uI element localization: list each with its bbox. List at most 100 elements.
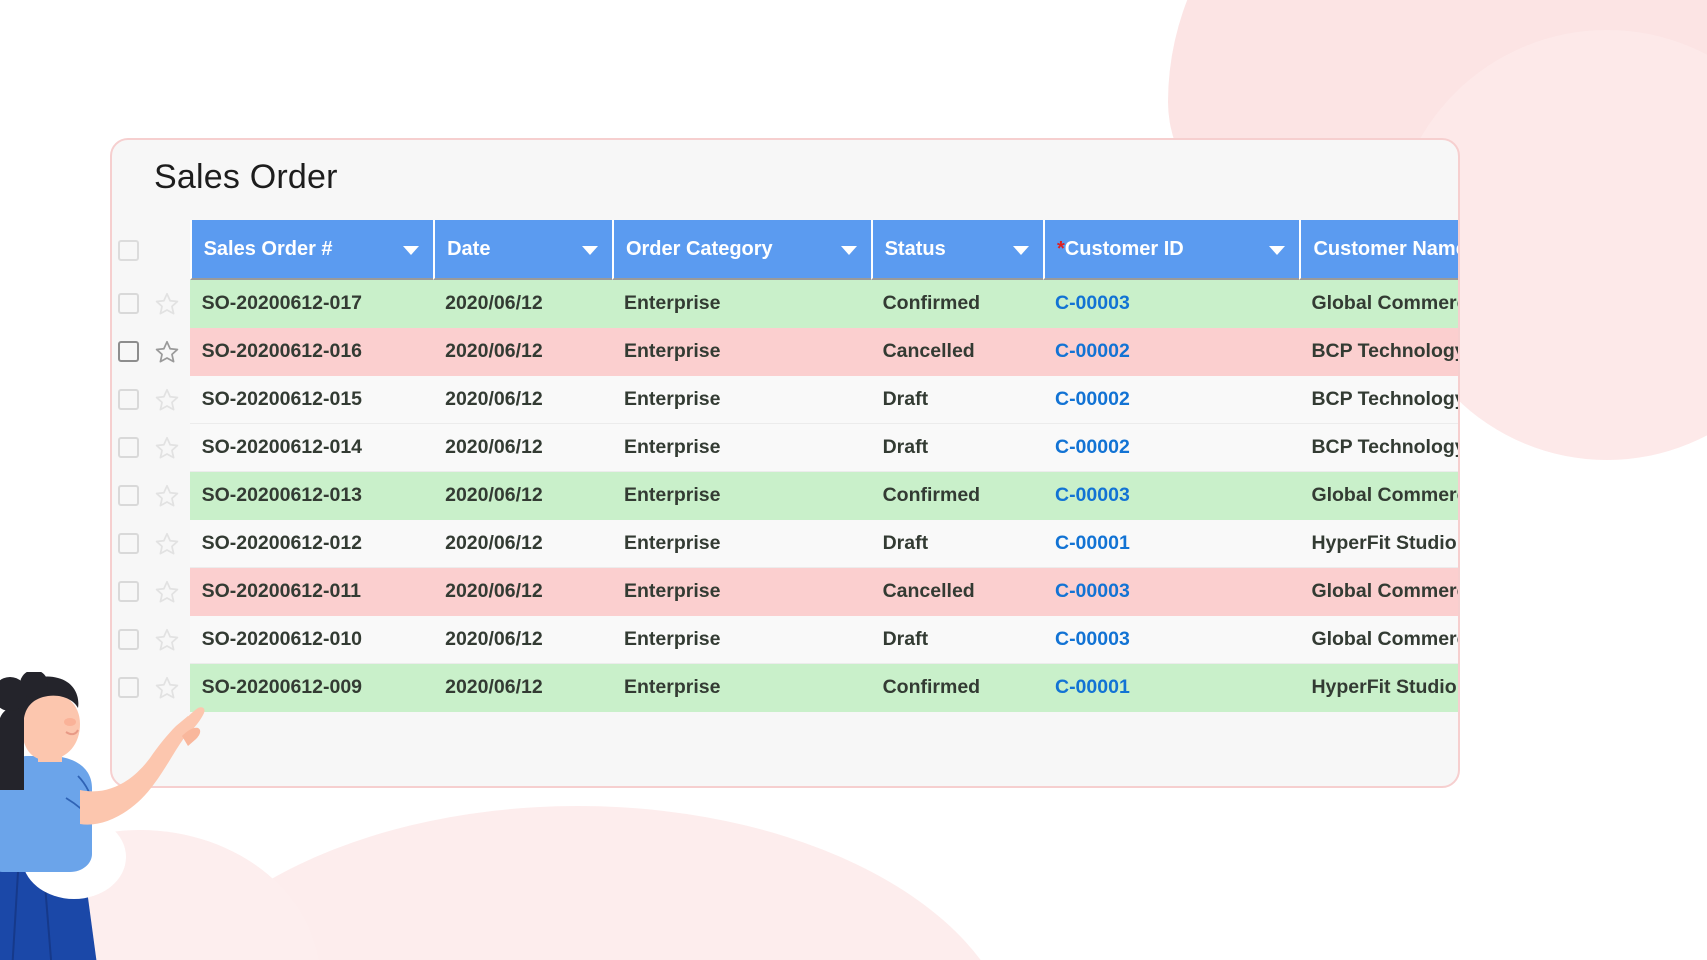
cell-order-category: Enterprise — [612, 472, 871, 520]
table-row[interactable]: SO-20200612-0152020/06/12EnterpriseDraft… — [112, 376, 1460, 424]
cell-customer-id[interactable]: C-00001 — [1043, 520, 1299, 568]
row-select-cell[interactable] — [112, 568, 144, 616]
column-header-customer-id[interactable]: *Customer ID — [1043, 220, 1299, 280]
cell-date: 2020/06/12 — [433, 376, 612, 424]
chevron-down-icon[interactable] — [1269, 246, 1285, 255]
cell-status: Draft — [871, 520, 1043, 568]
row-select-cell[interactable] — [112, 328, 144, 376]
cell-customer-id[interactable]: C-00003 — [1043, 472, 1299, 520]
table-row[interactable]: SO-20200612-0122020/06/12EnterpriseDraft… — [112, 520, 1460, 568]
cell-order-category: Enterprise — [612, 280, 871, 328]
column-header-sales-order[interactable]: Sales Order # — [190, 220, 434, 280]
column-header-label: Customer ID — [1065, 238, 1184, 260]
cell-status: Draft — [871, 616, 1043, 664]
cell-customer-name: Global Commercial Bank — [1299, 472, 1460, 520]
cell-status: Confirmed — [871, 472, 1043, 520]
cell-sales-order: SO-20200612-009 — [190, 664, 434, 712]
row-favorite-cell[interactable] — [144, 280, 189, 328]
row-checkbox[interactable] — [118, 485, 139, 506]
cell-customer-name: BCP Technology — [1299, 328, 1460, 376]
table-row[interactable]: SO-20200612-0172020/06/12EnterpriseConfi… — [112, 280, 1460, 328]
cell-customer-id[interactable]: C-00003 — [1043, 280, 1299, 328]
cell-customer-name: BCP Technology — [1299, 376, 1460, 424]
cell-sales-order: SO-20200612-014 — [190, 424, 434, 472]
cell-order-category: Enterprise — [612, 328, 871, 376]
column-header-label: Order Category — [614, 238, 871, 261]
column-header-date[interactable]: Date — [433, 220, 612, 280]
row-select-cell[interactable] — [112, 616, 144, 664]
row-checkbox[interactable] — [118, 581, 139, 602]
row-checkbox[interactable] — [118, 629, 139, 650]
column-header-label: Sales Order # — [192, 238, 434, 261]
cell-sales-order: SO-20200612-010 — [190, 616, 434, 664]
cell-sales-order: SO-20200612-017 — [190, 280, 434, 328]
table-row[interactable]: SO-20200612-0142020/06/12EnterpriseDraft… — [112, 424, 1460, 472]
row-favorite-cell[interactable] — [144, 520, 189, 568]
cell-sales-order: SO-20200612-016 — [190, 328, 434, 376]
table-row[interactable]: SO-20200612-0092020/06/12EnterpriseConfi… — [112, 664, 1460, 712]
cell-date: 2020/06/12 — [433, 424, 612, 472]
illustration-arm — [80, 716, 196, 825]
cell-customer-name: BCP Technology — [1299, 424, 1460, 472]
cell-order-category: Enterprise — [612, 664, 871, 712]
cell-customer-name: HyperFit Studio — [1299, 520, 1460, 568]
cell-customer-name: Global Commercial Bank — [1299, 616, 1460, 664]
cell-sales-order: SO-20200612-015 — [190, 376, 434, 424]
cell-customer-id[interactable]: C-00002 — [1043, 376, 1299, 424]
column-header-order-category[interactable]: Order Category — [612, 220, 871, 280]
cell-date: 2020/06/12 — [433, 472, 612, 520]
cell-order-category: Enterprise — [612, 520, 871, 568]
cell-order-category: Enterprise — [612, 568, 871, 616]
row-favorite-cell[interactable] — [144, 616, 189, 664]
table-row[interactable]: SO-20200612-0112020/06/12EnterpriseCance… — [112, 568, 1460, 616]
row-select-cell[interactable] — [112, 376, 144, 424]
column-header-label-wrap: *Customer ID — [1045, 238, 1299, 261]
cell-customer-id[interactable]: C-00002 — [1043, 328, 1299, 376]
cell-customer-id[interactable]: C-00003 — [1043, 568, 1299, 616]
row-favorite-cell[interactable] — [144, 376, 189, 424]
row-favorite-cell[interactable] — [144, 328, 189, 376]
select-all-checkbox[interactable] — [118, 240, 139, 261]
required-marker: * — [1057, 238, 1065, 260]
row-select-cell[interactable] — [112, 520, 144, 568]
table-row[interactable]: SO-20200612-0102020/06/12EnterpriseDraft… — [112, 616, 1460, 664]
row-favorite-cell[interactable] — [144, 472, 189, 520]
chevron-down-icon[interactable] — [1013, 246, 1029, 255]
column-header-status[interactable]: Status — [871, 220, 1043, 280]
select-all-cell[interactable] — [112, 220, 144, 280]
cell-customer-id[interactable]: C-00002 — [1043, 424, 1299, 472]
screenshot-stage: Sales Order Sales Order # — [0, 0, 1707, 960]
cell-sales-order: SO-20200612-011 — [190, 568, 434, 616]
cell-customer-name: HyperFit Studio — [1299, 664, 1460, 712]
page-title: Sales Order — [154, 158, 338, 197]
chevron-down-icon[interactable] — [403, 246, 419, 255]
chevron-down-icon[interactable] — [582, 246, 598, 255]
favorite-header-cell — [144, 220, 189, 280]
row-favorite-cell[interactable] — [144, 424, 189, 472]
cell-order-category: Enterprise — [612, 616, 871, 664]
row-checkbox[interactable] — [118, 437, 139, 458]
table-row[interactable]: SO-20200612-0162020/06/12EnterpriseCance… — [112, 328, 1460, 376]
sales-order-card: Sales Order Sales Order # — [110, 138, 1460, 788]
row-select-cell[interactable] — [112, 280, 144, 328]
row-checkbox[interactable] — [118, 533, 139, 554]
table-header-row: Sales Order # Date Order Category S — [112, 220, 1460, 280]
table-scroll-viewport[interactable]: Sales Order # Date Order Category S — [112, 220, 1460, 788]
row-checkbox[interactable] — [118, 341, 139, 362]
row-checkbox[interactable] — [118, 389, 139, 410]
cell-date: 2020/06/12 — [433, 664, 612, 712]
row-select-cell[interactable] — [112, 472, 144, 520]
cell-date: 2020/06/12 — [433, 280, 612, 328]
cell-order-category: Enterprise — [612, 376, 871, 424]
chevron-down-icon[interactable] — [841, 246, 857, 255]
row-select-cell[interactable] — [112, 424, 144, 472]
cell-date: 2020/06/12 — [433, 328, 612, 376]
row-favorite-cell[interactable] — [144, 568, 189, 616]
cell-customer-id[interactable]: C-00003 — [1043, 616, 1299, 664]
table-row[interactable]: SO-20200612-0132020/06/12EnterpriseConfi… — [112, 472, 1460, 520]
row-checkbox[interactable] — [118, 293, 139, 314]
cell-sales-order: SO-20200612-013 — [190, 472, 434, 520]
column-header-customer-name[interactable]: Customer Name — [1299, 220, 1460, 280]
cell-customer-id[interactable]: C-00001 — [1043, 664, 1299, 712]
cell-order-category: Enterprise — [612, 424, 871, 472]
